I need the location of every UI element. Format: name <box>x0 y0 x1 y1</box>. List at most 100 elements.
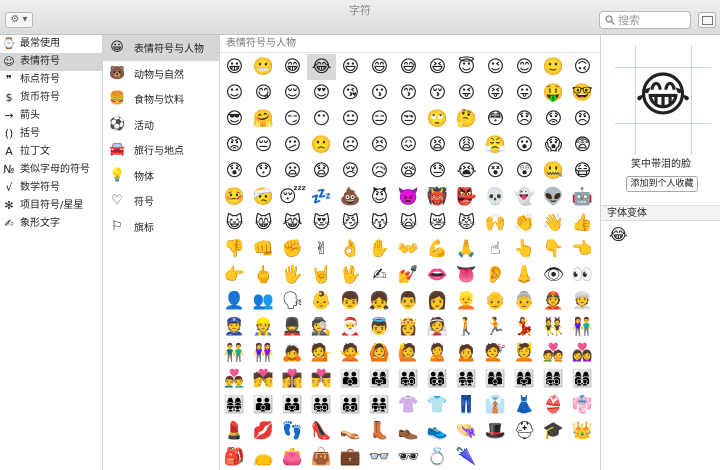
emoji-cell[interactable]: 👳 <box>568 288 597 314</box>
emoji-cell[interactable]: 😦 <box>278 158 307 184</box>
emoji-cell[interactable]: ✊ <box>278 236 307 262</box>
emoji-cell[interactable]: 👡 <box>336 418 365 444</box>
emoji-cell[interactable]: 👐 <box>394 236 423 262</box>
emoji-cell[interactable]: 👯 <box>539 314 568 340</box>
emoji-cell[interactable]: 😗 <box>365 80 394 106</box>
emoji-cell[interactable]: 🕶 <box>394 444 423 470</box>
emoji-cell[interactable]: 😱 <box>539 132 568 158</box>
emoji-cell[interactable]: 👹 <box>423 184 452 210</box>
emoji-cell[interactable]: 😃 <box>336 54 365 80</box>
emoji-cell[interactable]: 👎 <box>220 236 249 262</box>
emoji-cell[interactable]: 👬 <box>220 340 249 366</box>
emoji-cell[interactable]: 😼 <box>336 210 365 236</box>
emoji-cell[interactable]: 👣 <box>278 418 307 444</box>
emoji-cell[interactable]: 👦 <box>336 288 365 314</box>
emoji-cell[interactable]: 😅 <box>394 54 423 80</box>
emoji-cell[interactable]: 👝 <box>249 444 278 470</box>
emoji-cell[interactable]: 👆 <box>510 236 539 262</box>
emoji-cell[interactable]: 😧 <box>307 158 336 184</box>
emoji-cell[interactable]: 😈 <box>365 184 394 210</box>
gear-menu-button[interactable]: ⚙ ▾ <box>5 12 33 28</box>
emoji-cell[interactable]: 👋 <box>539 210 568 236</box>
emoji-cell[interactable]: 🙁 <box>307 132 336 158</box>
emoji-cell[interactable]: 👖 <box>452 392 481 418</box>
emoji-cell[interactable]: 🎒 <box>220 444 249 470</box>
emoji-cell[interactable]: 👸 <box>394 314 423 340</box>
emoji-cell[interactable]: 👚 <box>394 392 423 418</box>
emoji-cell[interactable]: 👩‍👩‍👧 <box>510 366 539 392</box>
search-input[interactable] <box>618 12 686 28</box>
emoji-cell[interactable]: 👅 <box>452 262 481 288</box>
emoji-cell[interactable]: 🌂 <box>452 444 481 470</box>
emoji-cell[interactable]: 🙋 <box>394 340 423 366</box>
category-item[interactable]: ✍ 象形文字 <box>0 215 102 233</box>
emoji-cell[interactable]: 😘 <box>336 80 365 106</box>
emoji-cell[interactable]: 🎅 <box>336 314 365 340</box>
emoji-cell[interactable]: 👑 <box>568 418 597 444</box>
emoji-cell[interactable]: 😞 <box>510 106 539 132</box>
emoji-cell[interactable]: 👨‍👨‍👧‍👦 <box>307 392 336 418</box>
emoji-cell[interactable]: 😛 <box>510 80 539 106</box>
emoji-cell[interactable]: 🙅 <box>336 340 365 366</box>
emoji-cell[interactable]: 💪 <box>423 236 452 262</box>
emoji-cell[interactable]: 😯 <box>249 158 278 184</box>
emoji-cell[interactable]: 💇 <box>481 340 510 366</box>
emoji-cell[interactable]: 😍 <box>307 80 336 106</box>
emoji-cell[interactable]: 👙 <box>539 392 568 418</box>
emoji-cell[interactable]: ✌ <box>307 236 336 262</box>
emoji-cell[interactable]: 👕 <box>423 392 452 418</box>
emoji-cell[interactable]: 🙀 <box>394 210 423 236</box>
emoji-cell[interactable]: 🙂 <box>539 54 568 80</box>
emoji-cell[interactable]: 👰 <box>423 314 452 340</box>
emoji-cell[interactable]: 💅 <box>394 262 423 288</box>
emoji-cell[interactable]: 👔 <box>481 392 510 418</box>
subcategory-item[interactable]: ⚐ 旗标 <box>103 214 219 240</box>
emoji-cell[interactable]: 🤐 <box>539 158 568 184</box>
subcategory-item[interactable]: 🍔 食物与饮料 <box>103 86 219 112</box>
emoji-cell[interactable]: 👨‍👩‍👧‍👦 <box>394 366 423 392</box>
emoji-cell[interactable]: 👉 <box>220 262 249 288</box>
emoji-cell[interactable]: 👵 <box>510 288 539 314</box>
emoji-cell[interactable]: 😆 <box>423 54 452 80</box>
emoji-cell[interactable]: 😖 <box>394 132 423 158</box>
subcategory-item[interactable]: ♡ 符号 <box>103 188 219 214</box>
emoji-cell[interactable]: 👩‍❤️‍👩 <box>568 340 597 366</box>
emoji-cell[interactable]: 🎓 <box>539 418 568 444</box>
emoji-cell[interactable]: 👴 <box>481 288 510 314</box>
emoji-cell[interactable]: 💄 <box>220 418 249 444</box>
emoji-cell[interactable]: 😚 <box>423 80 452 106</box>
emoji-cell[interactable]: 👨 <box>394 288 423 314</box>
emoji-cell[interactable]: 👨‍👨‍👦‍👦 <box>336 392 365 418</box>
emoji-cell[interactable]: 👩‍👩‍👦‍👦 <box>568 366 597 392</box>
category-item[interactable]: √ 数学符号 <box>0 179 102 197</box>
emoji-cell[interactable]: 😺 <box>220 210 249 236</box>
emoji-cell[interactable]: 😐 <box>336 106 365 132</box>
emoji-cell[interactable]: ☝ <box>481 236 510 262</box>
emoji-cell[interactable]: 👨‍👨‍👦 <box>249 392 278 418</box>
category-item[interactable]: $ 货币符号 <box>0 89 102 107</box>
category-item[interactable]: ⌚ 最常使用 <box>0 35 102 53</box>
emoji-cell[interactable]: 👍 <box>568 210 597 236</box>
search-field[interactable] <box>599 11 691 29</box>
subcategory-item[interactable]: ⚽ 活动 <box>103 112 219 138</box>
emoji-cell[interactable]: 👊 <box>249 236 278 262</box>
emoji-cell[interactable]: 👇 <box>539 236 568 262</box>
emoji-cell[interactable]: 👱 <box>452 288 481 314</box>
emoji-cell[interactable]: 😜 <box>452 80 481 106</box>
emoji-cell[interactable]: 💁 <box>307 340 336 366</box>
emoji-cell[interactable]: 🏃 <box>481 314 510 340</box>
emoji-cell[interactable]: 😥 <box>365 158 394 184</box>
emoji-cell[interactable]: 😠 <box>568 106 597 132</box>
emoji-cell[interactable]: 👩‍👩‍👧‍👦 <box>539 366 568 392</box>
subcategory-item[interactable]: 🚘 旅行与地点 <box>103 137 219 163</box>
emoji-cell[interactable]: 😂 <box>307 54 336 80</box>
emoji-cell[interactable]: 😹 <box>278 210 307 236</box>
emoji-cell[interactable]: 🤓 <box>568 80 597 106</box>
emoji-cell[interactable]: 😪 <box>394 158 423 184</box>
emoji-cell[interactable]: 🙏 <box>452 236 481 262</box>
emoji-cell[interactable]: 😓 <box>423 158 452 184</box>
emoji-cell[interactable]: 🙄 <box>423 106 452 132</box>
category-item[interactable]: № 类似字母的符号 <box>0 161 102 179</box>
emoji-cell[interactable]: 🙃 <box>568 54 597 80</box>
emoji-cell[interactable]: 😙 <box>394 80 423 106</box>
